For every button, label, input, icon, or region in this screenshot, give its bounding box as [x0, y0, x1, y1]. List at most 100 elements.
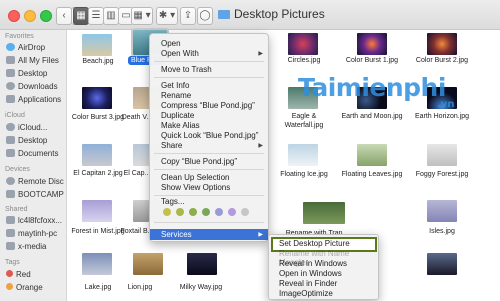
close-button[interactable]: [8, 10, 20, 22]
tags-button[interactable]: ◯: [197, 7, 213, 25]
file-name[interactable]: Earth Horizon.jpg: [411, 112, 473, 121]
menu-separator: [154, 222, 264, 223]
devices-heading: Devices: [5, 166, 30, 173]
menu-item-open-with[interactable]: Open With: [161, 49, 199, 58]
sidebar-item-downloads[interactable]: Downloads: [6, 82, 58, 91]
file-thumbnail[interactable]: [427, 200, 457, 222]
sidebar: Favorites AirDrop All My Files Desktop D…: [0, 30, 67, 301]
sidebar-item-airdrop[interactable]: AirDrop: [6, 43, 45, 52]
sidebar-item-tag-red[interactable]: Red: [6, 270, 31, 279]
sidebar-item-desktop[interactable]: Desktop: [6, 69, 47, 78]
sidebar-item-remote-disc[interactable]: Remote Disc: [6, 177, 64, 186]
list-view-button[interactable]: ☰: [88, 7, 104, 25]
sidebar-item-tag-orange[interactable]: Orange: [6, 283, 43, 292]
menu-item-rename[interactable]: Rename: [161, 91, 191, 100]
file-thumbnail[interactable]: [288, 144, 318, 166]
sidebar-item-all-my-files[interactable]: All My Files: [6, 56, 59, 65]
file-thumbnail[interactable]: [303, 202, 345, 224]
all-files-icon: [6, 56, 15, 64]
submenu-item-set-desktop-picture[interactable]: Set Desktop Picture: [279, 239, 350, 248]
menu-item-clean-up[interactable]: Clean Up Selection: [161, 173, 229, 182]
submenu-item-open-in-windows[interactable]: Open in Windows: [279, 269, 342, 278]
file-thumbnail[interactable]: [82, 253, 112, 275]
file-thumbnail[interactable]: [133, 253, 163, 275]
file-thumbnail[interactable]: [82, 34, 112, 56]
menu-item-open[interactable]: Open: [161, 39, 181, 48]
menu-item-services[interactable]: Services: [161, 230, 192, 239]
menu-item-quick-look[interactable]: Quick Look “Blue Pond.jpg”: [161, 131, 258, 140]
file-thumbnail[interactable]: [427, 144, 457, 166]
tags-heading: Tags: [5, 259, 20, 266]
desktop-icon: [6, 69, 15, 77]
sidebar-item-shared-3[interactable]: x-media: [6, 242, 46, 251]
menu-item-show-view-options[interactable]: Show View Options: [161, 183, 230, 192]
favorites-heading: Favorites: [5, 33, 34, 40]
menu-item-get-info[interactable]: Get Info: [161, 81, 189, 90]
tag-color-dot[interactable]: [202, 208, 210, 216]
file-thumbnail[interactable]: [427, 253, 457, 275]
desktop-icon: [6, 136, 15, 144]
sidebar-item-applications[interactable]: Applications: [6, 95, 61, 104]
zoom-button[interactable]: [40, 10, 52, 22]
file-thumbnail[interactable]: [357, 144, 387, 166]
tag-color-dot[interactable]: [241, 208, 249, 216]
documents-icon: [6, 149, 15, 157]
file-name[interactable]: Lion.jpg: [120, 283, 160, 292]
sidebar-item-icloud-desktop[interactable]: Desktop: [6, 136, 47, 145]
file-name[interactable]: Floating Ice.jpg: [273, 170, 335, 179]
submenu-item-reveal-in-finder[interactable]: Reveal in Finder: [279, 279, 337, 288]
menu-item-share[interactable]: Share: [161, 141, 182, 150]
sidebar-item-shared-1[interactable]: lc4l8fcfoxx...: [6, 216, 62, 225]
tag-color-dot[interactable]: [228, 208, 236, 216]
menu-item-move-to-trash[interactable]: Move to Trash: [161, 65, 212, 74]
sidebar-item-icloud-drive[interactable]: iCloud...: [6, 123, 47, 132]
sidebar-item-documents[interactable]: Documents: [6, 149, 58, 158]
file-thumbnail[interactable]: [82, 87, 112, 109]
submenu-item-image-optimize[interactable]: ImageOptimize: [279, 289, 333, 298]
file-thumbnail[interactable]: [357, 33, 387, 55]
menu-item-copy[interactable]: Copy “Blue Pond.jpg”: [161, 157, 237, 166]
share-button[interactable]: ⇪: [180, 7, 196, 25]
arrange-button[interactable]: ▦ ▾: [131, 7, 153, 25]
file-name[interactable]: Color Burst 1.jpg: [341, 56, 403, 65]
file-name[interactable]: Floating Leaves.jpg: [341, 170, 403, 179]
tag-color-dot[interactable]: [189, 208, 197, 216]
menu-item-make-alias[interactable]: Make Alias: [161, 121, 200, 130]
sidebar-item-shared-2[interactable]: maytinh-pc: [6, 229, 57, 238]
file-thumbnail[interactable]: [288, 33, 318, 55]
context-menu: Open Open With ▶ Move to Trash Get Info …: [149, 33, 269, 242]
file-thumbnail[interactable]: [427, 33, 457, 55]
tag-color-dot[interactable]: [176, 208, 184, 216]
menu-item-compress[interactable]: Compress “Blue Pond.jpg”: [161, 101, 255, 110]
file-thumbnail[interactable]: [82, 144, 112, 166]
file-name[interactable]: Circles.jpg: [273, 56, 335, 65]
computer-icon: [6, 229, 15, 237]
back-button[interactable]: ‹: [56, 7, 72, 25]
watermark-suffix: .vn: [437, 99, 455, 110]
applications-icon: [6, 95, 15, 103]
file-thumbnail[interactable]: [82, 200, 112, 222]
file-name[interactable]: Isles.jpg: [411, 227, 473, 236]
tag-color-dot[interactable]: [215, 208, 223, 216]
tag-color-dot[interactable]: [163, 208, 171, 216]
computer-icon: [6, 216, 15, 224]
file-name[interactable]: Milky Way.jpg: [170, 283, 232, 292]
sidebar-item-bootcamp[interactable]: BOOTCAMP: [6, 190, 64, 199]
file-thumbnail[interactable]: [187, 253, 217, 275]
minimize-button[interactable]: [24, 10, 36, 22]
icon-view-button[interactable]: ▦: [73, 7, 89, 25]
file-name[interactable]: Beach.jpg: [67, 57, 129, 66]
file-name[interactable]: Color Burst 2.jpg: [411, 56, 473, 65]
cloud-icon: [6, 123, 15, 131]
file-name[interactable]: Earth and Moon.jpg: [341, 112, 403, 121]
action-button[interactable]: ✱ ▾: [156, 7, 178, 25]
menu-item-duplicate[interactable]: Duplicate: [161, 111, 194, 120]
window-title: Desktop Pictures: [218, 7, 325, 21]
file-name[interactable]: Foggy Forest.jpg: [411, 170, 473, 179]
file-name[interactable]: Eagle & Waterfall.jpg: [273, 112, 335, 130]
menu-item-tags[interactable]: Tags...: [161, 197, 185, 206]
airdrop-icon: [6, 43, 15, 51]
submenu-item-reveal-in-windows[interactable]: Reveal in Windows: [279, 259, 347, 268]
column-view-button[interactable]: ▥: [103, 7, 119, 25]
menu-separator: [154, 153, 264, 154]
